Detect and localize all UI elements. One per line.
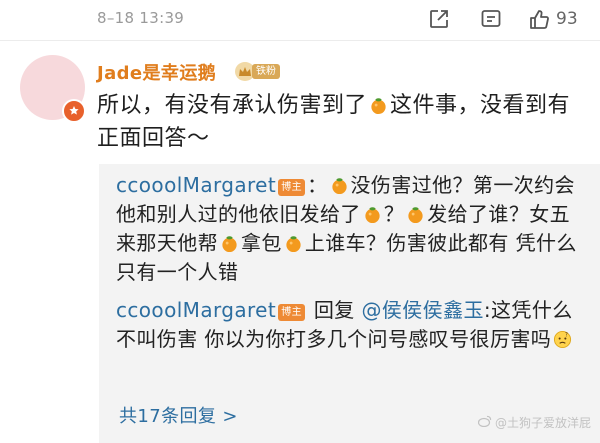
verified-star-icon [62, 99, 86, 123]
tangerine-icon [365, 207, 380, 224]
share-button[interactable] [428, 6, 450, 32]
reply-2: ccooolMargaret 博主 回复 @侯侯侯鑫玉:这凭什么不叫伤害 你以为你… [116, 296, 586, 354]
comment-username[interactable]: Jade是幸运鹅 [97, 59, 216, 85]
tangerine-icon [408, 207, 423, 224]
comment-text: 所以，有没有承认伤害到了 这件事，没看到有正面回答～ [97, 89, 587, 155]
blogger-badge: 博主 [278, 304, 306, 321]
like-count: 93 [556, 9, 578, 29]
tangerine-icon [371, 98, 386, 115]
watermark-text: @土狗子爱放洋屁 [495, 416, 592, 430]
post-timestamp: 8–18 13:39 [97, 9, 185, 27]
tangerine-icon [331, 178, 347, 195]
blogger-badge: 博主 [278, 179, 306, 196]
like-icon [528, 8, 550, 30]
tangerine-icon [222, 236, 237, 253]
reply-text-part: ： [307, 173, 328, 197]
reply-text-part: ？ [383, 202, 405, 226]
watermark: @土狗子爱放洋屁 [477, 414, 592, 431]
share-icon [428, 8, 450, 30]
view-all-replies-link[interactable]: 共17条回复 > [119, 402, 238, 428]
reply-author[interactable]: ccooolMargaret [116, 173, 276, 197]
post-action-bar: 8–18 13:39 93 [0, 0, 600, 38]
svg-text:?: ? [565, 333, 568, 339]
reply-1: ccooolMargaret 博主：没伤害过他？第一次约会他和别人过的他依旧发给了… [116, 171, 586, 287]
fan-badge: 铁粉 [235, 62, 280, 81]
reply-text-part: 拿包 [241, 231, 282, 255]
weibo-logo-icon [477, 415, 492, 430]
reply-author[interactable]: ccooolMargaret [116, 298, 276, 322]
reply-word: 回复 [313, 298, 355, 322]
tangerine-icon [286, 236, 301, 253]
mention-link[interactable]: @侯侯侯鑫玉 [361, 298, 483, 322]
replies-box: ccooolMargaret 博主：没伤害过他？第一次约会他和别人过的他依旧发给了… [99, 164, 600, 443]
divider [0, 40, 600, 41]
comment-text-part: 所以，有没有承认伤害到了 [97, 93, 368, 118]
confused-face-icon: ? [554, 330, 572, 349]
fan-badge-label: 铁粉 [252, 64, 280, 79]
comment-icon [480, 8, 502, 30]
like-button[interactable]: 93 [528, 6, 578, 32]
comment-button[interactable] [480, 6, 502, 32]
